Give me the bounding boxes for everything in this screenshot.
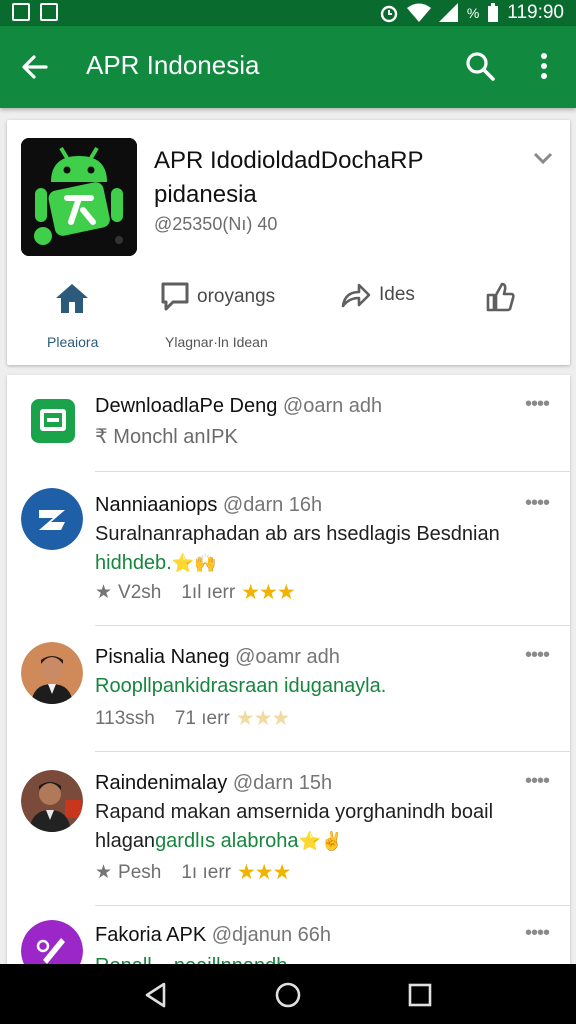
post-author-line: Nanniaaniops @darn 16h (95, 494, 322, 517)
recents-square-icon[interactable] (406, 981, 434, 1009)
home-circle-icon[interactable] (274, 981, 302, 1009)
post-text-span: hlagan (95, 830, 156, 852)
post-author-line: Pisnalia Naneg @oamr adh (95, 646, 340, 669)
rating-stars: ★★★ (241, 581, 295, 604)
wifi-icon (406, 3, 431, 22)
post-menu-icon[interactable]: •••• (525, 492, 550, 515)
status-right-icons: % 119:90 (379, 2, 564, 24)
post-text: Suralnanraphadan ab ars hsedlagis Besdni… (95, 520, 545, 578)
post-author[interactable]: Pisnalia Naneg (95, 646, 230, 668)
search-icon[interactable] (462, 48, 498, 84)
status-left-icons (12, 3, 58, 21)
post-text-line: Suralnanraphadan ab ars hsedlagis Besdni… (95, 523, 500, 545)
post-handle: @darn 15h (232, 772, 333, 794)
post-author[interactable]: Fakoria APK (95, 924, 206, 946)
post-handle: @darn 16h (222, 494, 323, 516)
post-text-line: hidhdeb.⭐🙌 (95, 549, 545, 578)
post-time: Pesh (118, 861, 162, 883)
message-action-label: oroyangs (197, 286, 276, 307)
profile-card: APR IdodioldadDochaRP pidanesia @25350(N… (7, 120, 570, 365)
list-item[interactable]: Pisnalia Naneg @oamr adh •••• Roopllpank… (7, 626, 570, 752)
battery-label: % (466, 5, 480, 21)
signal-icon (438, 3, 458, 22)
post-meta: ★ Pesh 1ı ıerr ★★★ (95, 860, 291, 885)
post-text: ₹ Monchl anIPK (95, 426, 238, 448)
post-author-line: Raindenimalay @darn 15h (95, 772, 332, 795)
post-meta: 113ssh 71 ıerr ★★★ (95, 706, 290, 731)
home-action[interactable] (55, 282, 89, 314)
app-icon (21, 138, 137, 256)
home-icon (56, 284, 88, 313)
message-icon (161, 282, 189, 311)
list-item[interactable]: Nanniaaniops @darn 16h •••• Suralnanraph… (7, 472, 570, 626)
image-icon (12, 3, 30, 21)
like-action[interactable] (485, 282, 515, 312)
post-menu-icon[interactable]: •••• (525, 922, 550, 945)
post-menu-icon[interactable]: •••• (525, 644, 550, 667)
post-emoji: ⭐🙌 (171, 553, 217, 573)
post-author-line: Fakoria APK @djanun 66h (95, 924, 331, 947)
share-icon (341, 283, 371, 308)
man-photo-avatar-2 (21, 770, 83, 832)
share-action-label: Ides (379, 284, 415, 305)
android-robot-icon (21, 138, 137, 256)
post-link-text[interactable]: gardlıs alabroha (155, 830, 298, 852)
share-action[interactable]: Ides (341, 282, 415, 308)
star-small-icon: ★ (95, 582, 113, 603)
post-menu-icon[interactable]: •••• (525, 770, 550, 793)
battery-icon (488, 3, 499, 22)
blue-logo-icon (21, 488, 83, 550)
back-triangle-icon[interactable] (142, 981, 170, 1009)
post-author[interactable]: Raindenimalay (95, 772, 227, 794)
post-replies: 1ıl ıerr (181, 581, 236, 603)
post-author[interactable]: Nanniaaniops (95, 494, 217, 516)
star-small-icon: ★ (95, 862, 113, 883)
post-text: Rapand makan amsernida yorghanindh boail… (95, 798, 545, 856)
post-link-text[interactable]: Roopllpankidrasraan iduganayla. (95, 672, 545, 701)
list-item[interactable]: DewnloadlaPe Deng @oarn adh •••• ₹ Monch… (7, 375, 570, 472)
home-action-caption: Pleaiora (47, 334, 99, 350)
feed-list: DewnloadlaPe Deng @oarn adh •••• ₹ Monch… (7, 375, 570, 975)
list-item[interactable]: Raindenimalay @darn 15h •••• Rapand maka… (7, 752, 570, 906)
rating-stars: ★★★ (236, 861, 291, 884)
post-replies: 71 ıerr (174, 707, 230, 729)
thumbs-up-icon (486, 282, 515, 312)
system-nav-bar (0, 964, 576, 1024)
post-handle: @oamr adh (235, 646, 340, 668)
rating-stars: ★★★ (235, 707, 290, 730)
alarm-icon (380, 5, 398, 23)
post-menu-icon[interactable]: •••• (525, 393, 550, 416)
man-photo-avatar (21, 642, 83, 704)
photo-icon (40, 3, 58, 21)
status-bar: % 119:90 (0, 0, 576, 26)
post-meta: ★ V2sh 1ıl ıerr ★★★ (95, 580, 296, 605)
chevron-down-icon[interactable] (531, 146, 555, 170)
post-author[interactable]: DewnloadlaPe Deng (95, 395, 277, 417)
message-action-caption: Ylagnar·ln Idean (165, 334, 268, 350)
post-text-line: Rapand makan amsernida yorghanindh boail (95, 801, 494, 823)
app-bar: APR Indonesia (0, 26, 576, 108)
overflow-menu-icon[interactable] (530, 48, 558, 84)
app-name: APR IdodioldadDochaRP pidanesia (154, 147, 424, 208)
back-arrow-icon[interactable] (18, 50, 52, 84)
message-action[interactable]: oroyangs (161, 282, 275, 312)
post-time: V2sh (118, 581, 162, 603)
page-title: APR Indonesia (86, 50, 260, 80)
app-handle: @25350(Nı) 40 (154, 214, 278, 234)
post-author-line: DewnloadlaPe Deng @oarn adh (95, 395, 382, 418)
post-link-text[interactable]: hidhdeb. (95, 552, 172, 574)
post-handle: @oarn adh (282, 395, 383, 417)
profile-actions: oroyangs Ides Pleaiora Ylagnar·ln Idean (7, 282, 570, 362)
post-emoji: ⭐✌ (298, 831, 344, 851)
post-replies: 1ı ıerr (181, 861, 231, 883)
status-time: 119:90 (507, 2, 564, 23)
post-handle: @djanun 66h (211, 924, 332, 946)
post-text-line: hlagangardlıs alabroha⭐✌ (95, 827, 545, 856)
green-square-icon (29, 397, 77, 445)
post-time: 113ssh (95, 707, 155, 729)
